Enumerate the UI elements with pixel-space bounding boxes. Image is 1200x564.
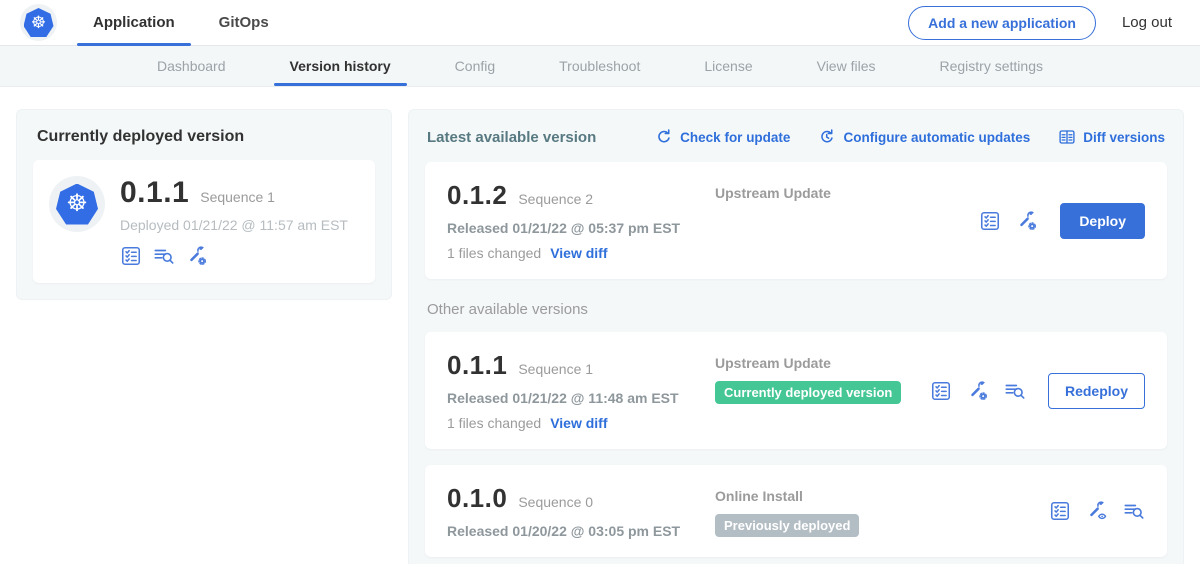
diff-versions-link[interactable]: Diff versions xyxy=(1058,128,1165,146)
kubernetes-app-icon: ☸ xyxy=(56,184,98,225)
deploy-logs-icon[interactable] xyxy=(1123,500,1145,522)
preflight-checks-icon[interactable] xyxy=(930,380,952,402)
files-changed-label: 1 files changed xyxy=(447,415,541,431)
configure-automatic-updates-link[interactable]: Configure automatic updates xyxy=(818,128,1030,146)
latest-version-title: Latest available version xyxy=(427,129,596,146)
app-subnav: Dashboard Version history Config Trouble… xyxy=(0,46,1200,87)
config-edit-icon[interactable] xyxy=(967,380,989,402)
configure-automatic-updates-label: Configure automatic updates xyxy=(843,130,1030,145)
deployed-timestamp: Deployed 01/21/22 @ 11:57 am EST xyxy=(120,217,348,233)
previously-deployed-badge: Previously deployed xyxy=(715,514,859,537)
currently-deployed-panel: Currently deployed version ☸ 0.1.1 Seque… xyxy=(16,109,392,300)
sequence-label: Sequence 0 xyxy=(518,494,593,510)
deploy-logs-icon[interactable] xyxy=(153,245,175,267)
version-number: 0.1.2 xyxy=(447,180,507,211)
config-view-icon[interactable] xyxy=(1086,500,1108,522)
currently-deployed-badge: Currently deployed version xyxy=(715,381,901,404)
version-card-0-1-2: 0.1.2 Sequence 2 Released 01/21/22 @ 05:… xyxy=(425,162,1167,279)
version-source-label: Upstream Update xyxy=(715,185,979,201)
tab-gitops[interactable]: GitOps xyxy=(219,0,269,46)
subnav-dashboard[interactable]: Dashboard xyxy=(147,46,236,86)
released-timestamp: Released 01/20/22 @ 03:05 pm EST xyxy=(447,523,715,539)
preflight-checks-icon[interactable] xyxy=(1049,500,1071,522)
redeploy-button[interactable]: Redeploy xyxy=(1048,373,1145,409)
view-diff-link[interactable]: View diff xyxy=(550,245,607,261)
deployed-panel-title: Currently deployed version xyxy=(37,128,375,146)
other-versions-title: Other available versions xyxy=(427,301,1165,318)
sequence-label: Sequence 1 xyxy=(518,361,593,377)
refresh-icon xyxy=(655,128,673,146)
files-changed-label: 1 files changed xyxy=(447,245,541,261)
released-timestamp: Released 01/21/22 @ 05:37 pm EST xyxy=(447,220,715,236)
config-edit-icon[interactable] xyxy=(1016,210,1038,232)
deployed-sequence-label: Sequence 1 xyxy=(200,189,275,205)
deployed-version-card: ☸ 0.1.1 Sequence 1 Deployed 01/21/22 @ 1… xyxy=(33,160,375,283)
version-source-label: Upstream Update xyxy=(715,355,930,371)
config-edit-icon[interactable] xyxy=(186,245,208,267)
view-diff-link[interactable]: View diff xyxy=(550,415,607,431)
subnav-troubleshoot[interactable]: Troubleshoot xyxy=(549,46,650,86)
subnav-version-history[interactable]: Version history xyxy=(280,46,401,86)
sequence-label: Sequence 2 xyxy=(518,191,593,207)
subnav-license[interactable]: License xyxy=(694,46,762,86)
version-card-0-1-1: 0.1.1 Sequence 1 Released 01/21/22 @ 11:… xyxy=(425,332,1167,449)
check-for-update-link[interactable]: Check for update xyxy=(655,128,790,146)
deploy-logs-icon[interactable] xyxy=(1004,380,1026,402)
add-new-application-button[interactable]: Add a new application xyxy=(908,6,1096,40)
version-card-0-1-0: 0.1.0 Sequence 0 Released 01/20/22 @ 03:… xyxy=(425,465,1167,557)
schedule-update-icon xyxy=(818,128,836,146)
tab-application[interactable]: Application xyxy=(93,0,175,46)
logout-button[interactable]: Log out xyxy=(1122,14,1172,31)
app-logo: ☸ xyxy=(20,4,57,41)
version-number: 0.1.1 xyxy=(447,350,507,381)
deploy-button[interactable]: Deploy xyxy=(1060,203,1145,239)
subnav-registry-settings[interactable]: Registry settings xyxy=(930,46,1053,86)
subnav-view-files[interactable]: View files xyxy=(807,46,886,86)
diff-versions-label: Diff versions xyxy=(1083,130,1165,145)
check-for-update-label: Check for update xyxy=(680,130,790,145)
app-avatar: ☸ xyxy=(49,176,105,232)
subnav-config[interactable]: Config xyxy=(445,46,505,86)
version-source-label: Online Install xyxy=(715,488,1049,504)
preflight-checks-icon[interactable] xyxy=(979,210,1001,232)
deployed-version-number: 0.1.1 xyxy=(120,176,189,210)
top-header: ☸ Application GitOps Add a new applicati… xyxy=(0,0,1200,46)
diff-versions-icon xyxy=(1058,128,1076,146)
released-timestamp: Released 01/21/22 @ 11:48 am EST xyxy=(447,390,715,406)
kubernetes-logo-icon: ☸ xyxy=(24,8,54,37)
version-number: 0.1.0 xyxy=(447,483,507,514)
preflight-checks-icon[interactable] xyxy=(120,245,142,267)
version-history-panel: Latest available version Check for updat… xyxy=(408,109,1184,564)
